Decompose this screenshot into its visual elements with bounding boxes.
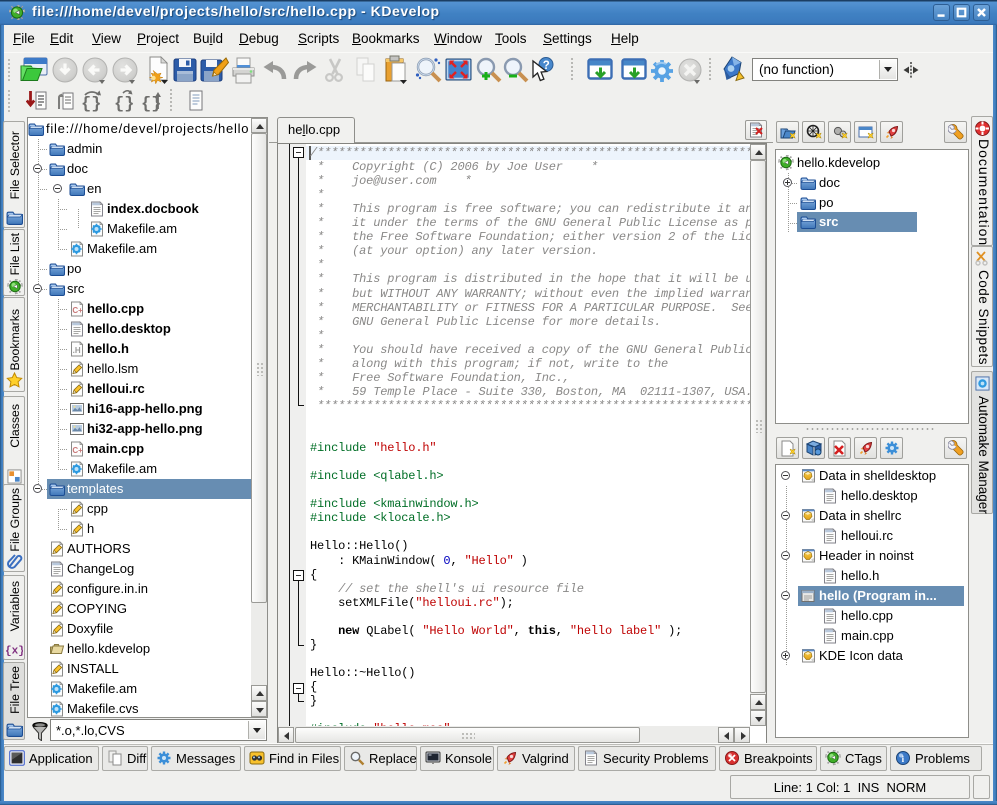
svg-text:{}: {} (114, 95, 134, 113)
svg-text:{}: {} (81, 95, 101, 113)
svg-text:{x}: {x} (5, 646, 23, 658)
